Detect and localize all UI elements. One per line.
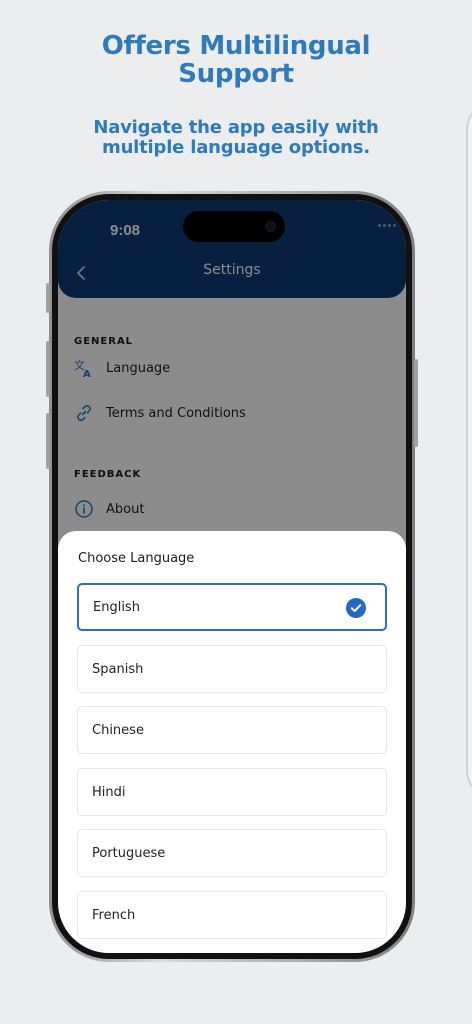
phone-volume-down-button — [46, 413, 50, 469]
promo-headline: Offers Multilingual Support — [0, 32, 472, 88]
language-option-label: Hindi — [92, 784, 126, 800]
promo-page: Offers Multilingual Support Navigate the… — [0, 0, 472, 1024]
language-option-chinese[interactable]: Chinese — [77, 706, 387, 754]
language-option-spanish[interactable]: Spanish — [77, 645, 387, 693]
language-option-label: Spanish — [92, 661, 144, 677]
language-option-french[interactable]: French — [77, 891, 387, 939]
language-option-hindi[interactable]: Hindi — [77, 768, 387, 816]
sheet-title: Choose Language — [78, 551, 195, 566]
phone-bezel: 9:08 Settings GENERAL 文 A Language Terms… — [52, 194, 412, 959]
promo-headline-line: Offers Multilingual — [101, 31, 371, 61]
language-option-label: Portuguese — [92, 845, 166, 861]
phone-frame: 9:08 Settings GENERAL 文 A Language Terms… — [46, 191, 418, 962]
language-option-portuguese[interactable]: Portuguese — [77, 829, 387, 877]
check-circle-icon — [346, 598, 366, 618]
phone-action-button — [46, 283, 50, 313]
language-bottom-sheet: Choose Language English Spanish Chinese … — [58, 531, 406, 953]
phone-power-button — [414, 359, 418, 447]
phone-volume-up-button — [46, 341, 50, 397]
next-phone-preview — [466, 100, 472, 800]
language-option-label: Chinese — [92, 722, 144, 738]
app-screen: 9:08 Settings GENERAL 文 A Language Terms… — [58, 200, 406, 953]
language-option-english[interactable]: English — [77, 583, 387, 631]
language-option-label: French — [92, 907, 136, 923]
promo-subheadline-line: multiple language options. — [102, 137, 370, 158]
promo-headline-line: Support — [178, 59, 294, 89]
promo-subheadline: Navigate the app easily with multiple la… — [0, 118, 472, 158]
language-option-label: English — [93, 599, 140, 615]
promo-subheadline-line: Navigate the app easily with — [93, 117, 379, 138]
